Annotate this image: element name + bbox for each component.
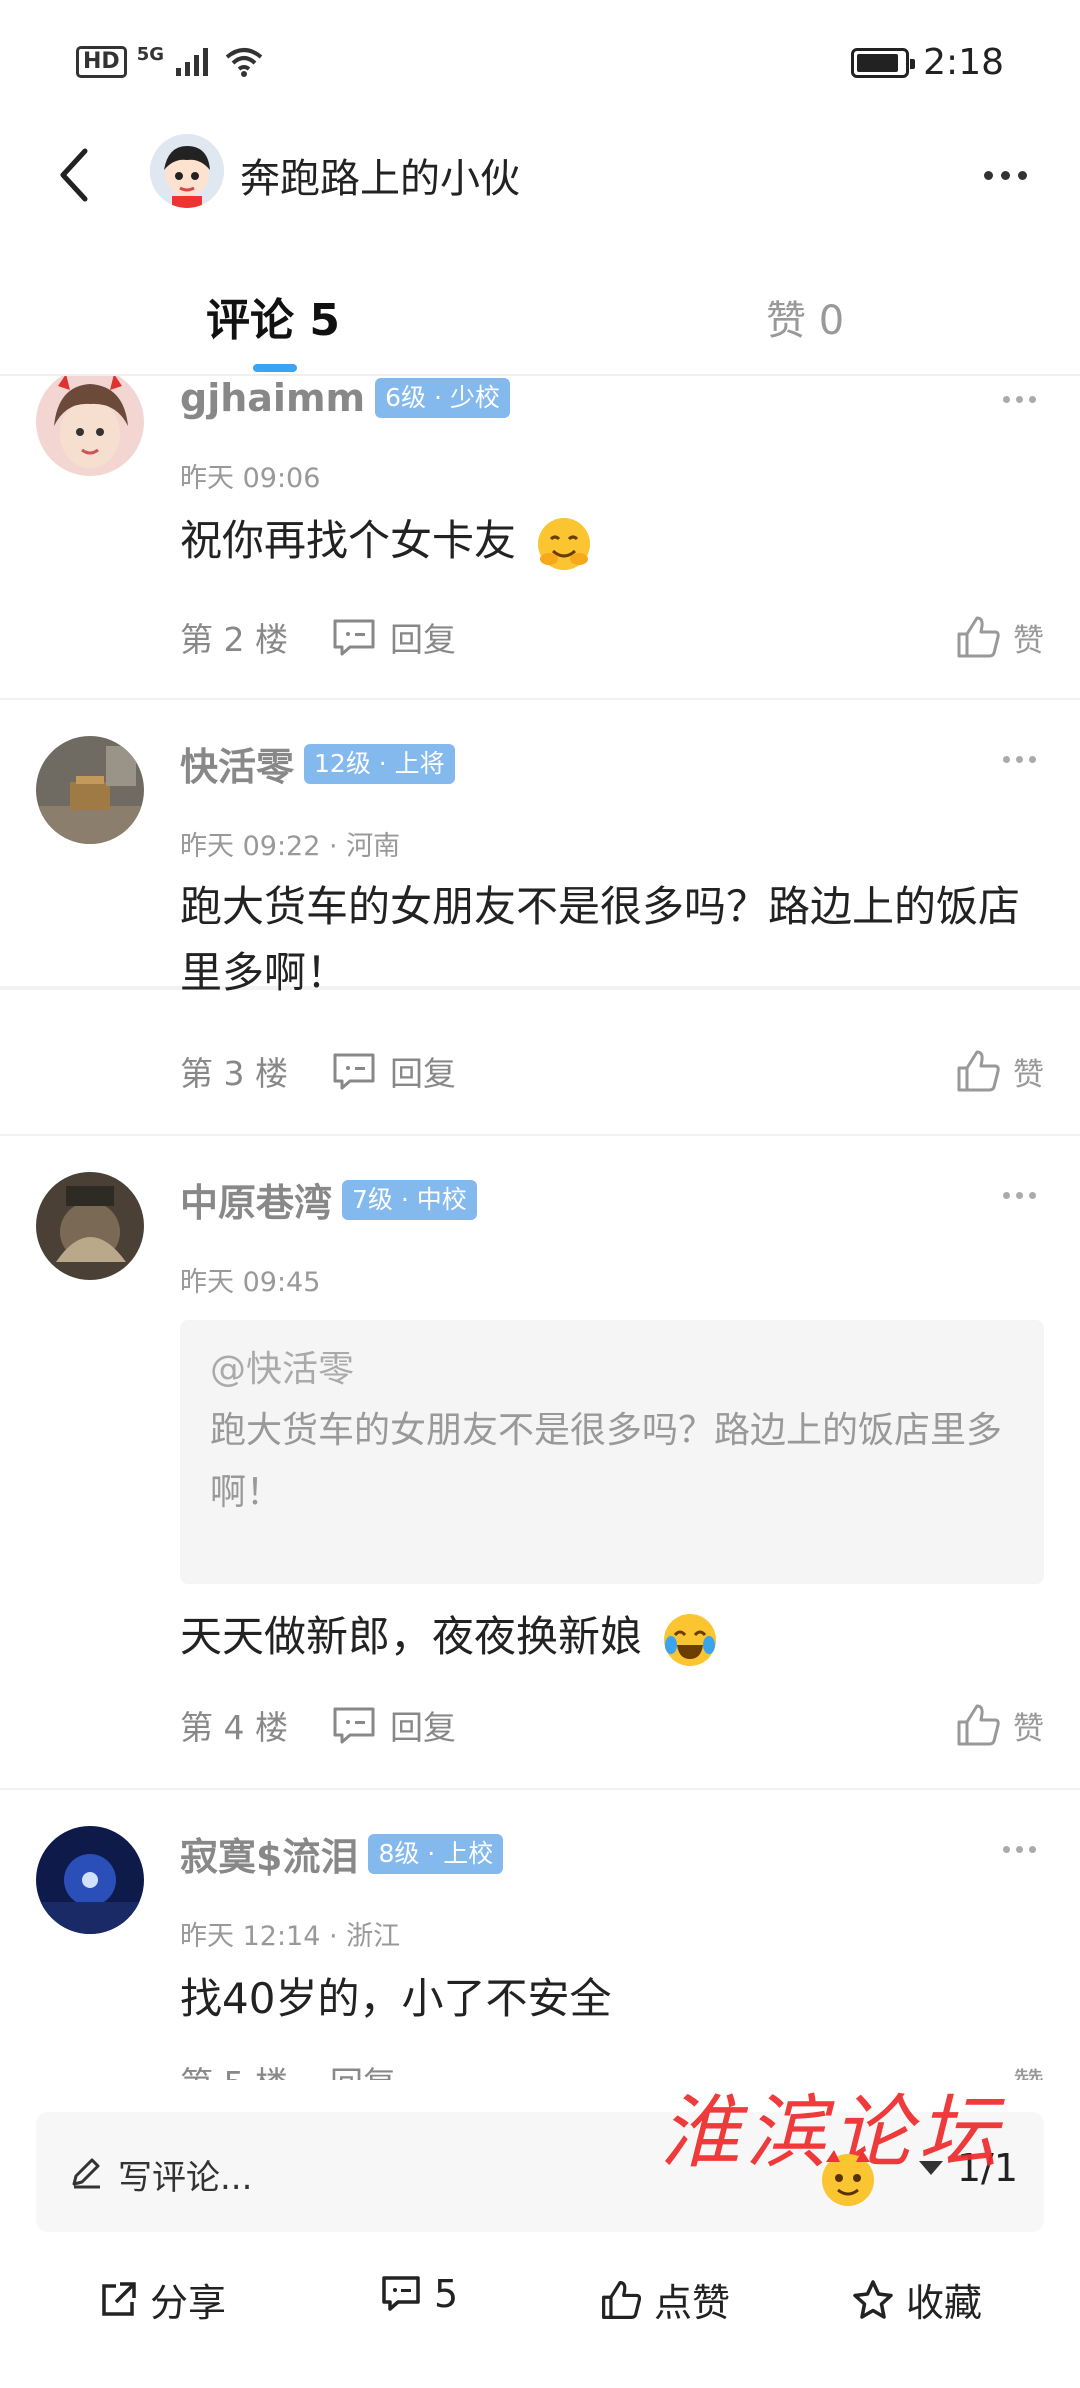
level-badge: 8级 · 上校 [368, 1833, 504, 1874]
dot-icon [1003, 1846, 1010, 1853]
reply-button[interactable]: 回复 [330, 2057, 396, 2080]
commenter-avatar[interactable] [36, 1826, 144, 1934]
favorite-button[interactable]: 收藏 [852, 2272, 982, 2327]
dot-icon [1029, 1846, 1036, 1853]
comment-4-body: 寂寞$流泪 8级 · 上校 昨天 12:14 · 浙江 找40岁的，小了不安全 … [0, 0, 1080, 2080]
favorite-label: 收藏 [906, 2281, 983, 2325]
comments-count: 5 [434, 2272, 459, 2316]
like-label: 赞 [1013, 2059, 1044, 2081]
bottom-action-bar: 分享 5 点赞 收藏 [0, 2250, 1080, 2350]
photo-avatar-icon [36, 1826, 144, 1934]
like-post-label: 点赞 [654, 2281, 731, 2325]
share-icon [102, 2281, 136, 2316]
comment-more-button[interactable] [1003, 1846, 1036, 1853]
comments-count-button[interactable]: 5 [380, 2272, 458, 2316]
comment-icon [382, 2276, 420, 2311]
thumbs-up-icon [602, 2280, 642, 2319]
reply-label: 回复 [330, 2057, 396, 2080]
like-button[interactable]: 赞 [1013, 2059, 1044, 2081]
comment-header: 寂寞$流泪 8级 · 上校 [180, 1826, 504, 1881]
pencil-icon [72, 2158, 100, 2189]
comment-text: 找40岁的，小了不安全 [180, 1974, 612, 2023]
share-button[interactable]: 分享 [98, 2272, 226, 2327]
star-icon [853, 2279, 893, 2319]
commenter-name[interactable]: 寂寞$流泪 [180, 1826, 358, 1881]
composer-placeholder[interactable]: 写评论... [118, 2150, 252, 2199]
like-post-button[interactable]: 点赞 [600, 2272, 730, 2327]
floor-number: 第 5 楼 [180, 2057, 288, 2080]
dot-icon [1016, 1846, 1023, 1853]
share-label: 分享 [150, 2281, 227, 2325]
mascot-icon [822, 2150, 874, 2206]
comment-time: 昨天 12:14 · 浙江 [180, 1921, 401, 1952]
